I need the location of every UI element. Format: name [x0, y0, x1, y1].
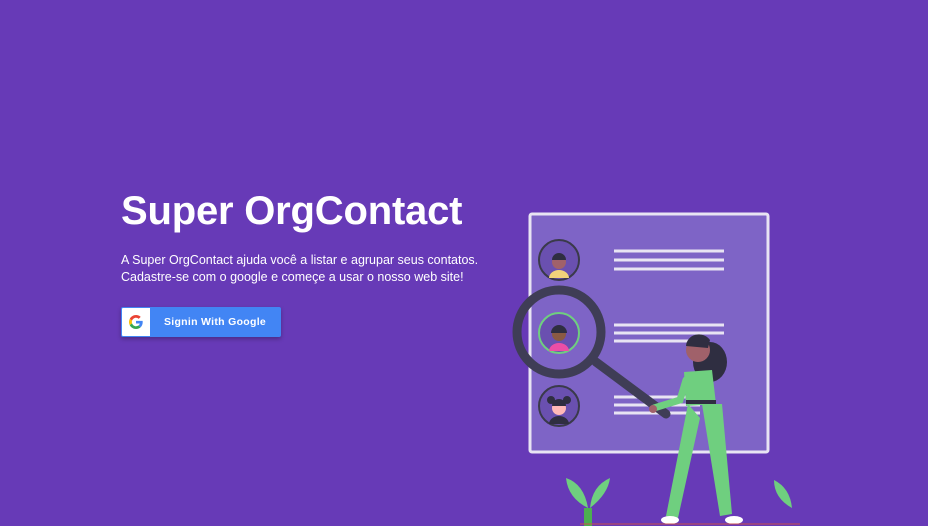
- page-title: Super OrgContact: [121, 189, 463, 233]
- contact-avatar-2: [538, 312, 580, 354]
- hero-section: Super OrgContact A Super OrgContact ajud…: [121, 188, 511, 337]
- contact-avatar-1: [538, 239, 580, 281]
- search-contacts-illustration: [512, 212, 800, 526]
- plant-left: [566, 478, 610, 526]
- contact-avatar-3: [538, 385, 580, 427]
- plant-right: [774, 480, 792, 508]
- hero-description: A Super OrgContact ajuda você a listar e…: [121, 253, 479, 284]
- signin-button-label: Signin With Google: [163, 316, 267, 328]
- google-icon: [122, 308, 150, 336]
- signin-with-google-button[interactable]: Signin With Google: [121, 307, 281, 337]
